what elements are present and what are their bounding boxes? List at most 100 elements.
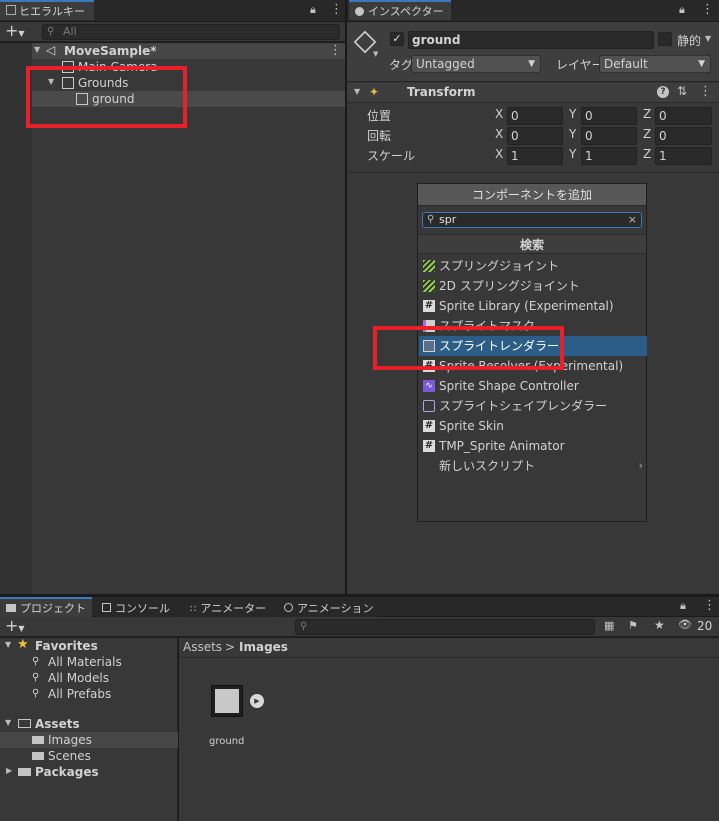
- lock-icon[interactable]: 🔒︎: [679, 3, 685, 17]
- assets-row[interactable]: ▼ Assets: [0, 716, 178, 732]
- script-icon: #: [423, 420, 435, 432]
- tab-project[interactable]: プロジェクト: [0, 597, 92, 617]
- search-icon: ⚲: [32, 688, 40, 699]
- position-y-field[interactable]: 0: [581, 107, 637, 125]
- hierarchy-search-input[interactable]: ⚲ All: [42, 24, 340, 40]
- tab-animator[interactable]: ∷ アニメーター: [184, 597, 276, 617]
- tag-label: タグ: [389, 58, 414, 72]
- component-item-sprite-skin[interactable]: # Sprite Skin: [419, 416, 647, 436]
- component-item-sprite-library[interactable]: # Sprite Library (Experimental): [419, 296, 647, 316]
- scale-x-field[interactable]: 1: [507, 147, 563, 165]
- sprite-thumbnail: [211, 685, 243, 717]
- highlight-box-sprite-renderer: [373, 326, 564, 370]
- add-button[interactable]: +▼: [5, 22, 25, 43]
- sprite-shape-renderer-icon: [423, 400, 435, 412]
- component-search-input[interactable]: ⚲ spr ×: [422, 212, 642, 228]
- collapse-arrow-icon[interactable]: ▼: [5, 718, 11, 727]
- chevron-down-icon: ▼: [528, 59, 535, 69]
- kebab-menu-icon[interactable]: ⋮: [703, 598, 716, 613]
- search-results-header: 検索: [418, 234, 646, 254]
- expand-arrow-icon[interactable]: ▶: [6, 766, 12, 775]
- search-icon: ⚲: [32, 672, 40, 683]
- object-name-field[interactable]: ground: [408, 31, 654, 49]
- search-by-label-icon[interactable]: ⚑: [628, 619, 638, 632]
- collapse-arrow-icon[interactable]: ▼: [34, 45, 40, 54]
- scale-z-field[interactable]: 1: [655, 147, 712, 165]
- position-z-field[interactable]: 0: [655, 107, 712, 125]
- rotation-x-field[interactable]: 0: [507, 127, 563, 145]
- collapse-arrow-icon[interactable]: ▼: [5, 640, 11, 649]
- collapse-arrow-icon[interactable]: ▼: [354, 87, 360, 96]
- static-checkbox[interactable]: [658, 32, 672, 46]
- static-dropdown-caret[interactable]: ▼: [705, 34, 711, 43]
- help-icon[interactable]: ?: [657, 86, 669, 98]
- component-item-tmp-sprite-animator[interactable]: # TMP_Sprite Animator: [419, 436, 647, 456]
- component-item-sprite-shape-renderer[interactable]: スプライトシェイプレンダラー: [419, 396, 647, 416]
- kebab-menu-icon[interactable]: ⋮: [701, 2, 714, 17]
- rotation-y-field[interactable]: 0: [581, 127, 637, 145]
- project-toolbar: +▼ ⚲ ▦ ⚑ ★ 👁︎ 20: [0, 617, 719, 637]
- transform-row-scale: スケール X 1 Y 1 Z 1: [347, 146, 719, 166]
- folder-open-icon: [18, 719, 31, 728]
- clear-search-icon[interactable]: ×: [628, 213, 637, 227]
- component-item-spring-joint[interactable]: スプリングジョイント: [419, 256, 647, 276]
- play-icon[interactable]: ▶: [250, 694, 264, 708]
- scene-row[interactable]: ▼ ◁ MoveSample* ⋮: [32, 43, 345, 59]
- search-by-type-icon[interactable]: ▦: [604, 619, 614, 632]
- breadcrumb-images[interactable]: Images: [239, 640, 288, 654]
- breadcrumb: Assets > Images: [179, 638, 719, 658]
- hidden-packages-icon[interactable]: 👁︎: [678, 618, 692, 631]
- active-checkbox[interactable]: ✓: [390, 32, 404, 46]
- transform-header[interactable]: ▼ ✦ Transform ? ⇅ ⋮: [347, 83, 719, 103]
- chevron-down-icon: ▼: [698, 59, 705, 69]
- bottom-tabbar: プロジェクト コンソール ∷ アニメーター アニメーション 🔒︎ ⋮: [0, 597, 719, 617]
- component-item-new-script[interactable]: 新しいスクリプト ›: [419, 456, 647, 476]
- packages-row[interactable]: ▶ Packages: [0, 764, 178, 780]
- component-item-spring-joint-2d[interactable]: 2D スプリングジョイント: [419, 276, 647, 296]
- add-component-button[interactable]: コンポーネントを追加: [418, 184, 646, 206]
- create-button[interactable]: +▼: [5, 617, 25, 638]
- tab-animation[interactable]: アニメーション: [278, 597, 378, 617]
- transform-title: Transform: [407, 85, 476, 99]
- scene-name: MoveSample*: [64, 44, 157, 58]
- sprite-shape-icon: ∿: [423, 380, 435, 392]
- lock-icon[interactable]: 🔒︎: [310, 3, 316, 17]
- favorites-item-all-prefabs[interactable]: ⚲ All Prefabs: [0, 686, 178, 702]
- assets-item-scenes[interactable]: Scenes: [0, 748, 178, 764]
- tab-inspector[interactable]: インスペクター: [349, 0, 451, 20]
- favorites-item-all-materials[interactable]: ⚲ All Materials: [0, 654, 178, 670]
- transform-row-rotation: 回転 X 0 Y 0 Z 0: [347, 126, 719, 146]
- asset-tile-ground[interactable]: ▶ ground: [205, 678, 265, 748]
- favorites-row[interactable]: ▼ ★ Favorites: [0, 637, 178, 654]
- presets-icon[interactable]: ⇅: [677, 84, 687, 98]
- tag-dropdown[interactable]: Untagged ▼: [411, 55, 541, 73]
- lock-icon[interactable]: 🔒︎: [680, 599, 686, 613]
- folder-icon: [6, 604, 16, 612]
- highlight-box-hierarchy: [26, 66, 187, 128]
- favorites-item-all-models[interactable]: ⚲ All Models: [0, 670, 178, 686]
- animation-icon: [284, 603, 293, 612]
- script-icon: #: [423, 440, 435, 452]
- kebab-menu-icon[interactable]: ⋮: [330, 2, 343, 17]
- folder-icon: [32, 752, 44, 760]
- favorite-star-icon[interactable]: ★: [654, 618, 665, 632]
- component-menu-icon[interactable]: ⋮: [699, 84, 712, 99]
- scene-menu-icon[interactable]: ⋮: [329, 43, 342, 59]
- project-search-input[interactable]: ⚲: [295, 619, 595, 635]
- project-tree: ▼ ★ Favorites ⚲ All Materials ⚲ All Mode…: [0, 637, 178, 821]
- rotation-z-field[interactable]: 0: [655, 127, 712, 145]
- tab-console[interactable]: コンソール: [96, 597, 182, 617]
- icon-dropdown-caret[interactable]: ▼: [373, 50, 378, 58]
- position-x-field[interactable]: 0: [507, 107, 563, 125]
- component-item-sprite-shape-controller[interactable]: ∿ Sprite Shape Controller: [419, 376, 647, 396]
- favorites-star-icon: ★: [17, 637, 29, 652]
- assets-item-images[interactable]: Images: [0, 732, 178, 748]
- layer-dropdown[interactable]: Default ▼: [599, 55, 711, 73]
- scale-y-field[interactable]: 1: [581, 147, 637, 165]
- breadcrumb-assets[interactable]: Assets: [183, 640, 222, 654]
- hidden-count: 20: [697, 619, 713, 633]
- search-icon: ⚲: [300, 621, 308, 632]
- unity-scene-icon: ◁: [46, 43, 56, 57]
- static-label: 静的: [677, 34, 702, 48]
- tab-hierarchy[interactable]: ヒエラルキー: [0, 0, 94, 20]
